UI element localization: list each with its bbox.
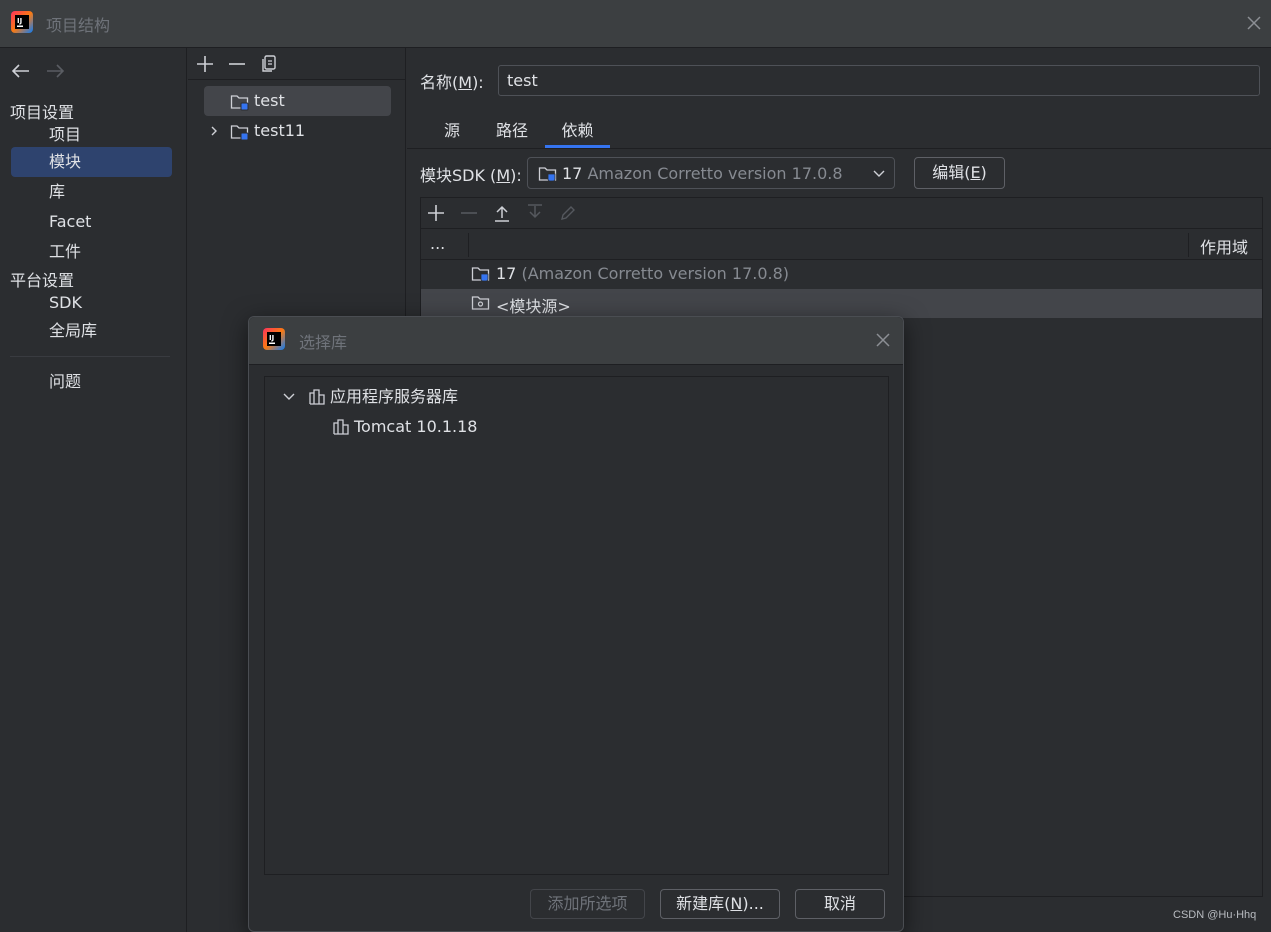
watermark-text: CSDN @Hu·Hhq <box>1173 909 1257 921</box>
copy-icon[interactable] <box>260 54 278 74</box>
sidebar-item-artifacts[interactable]: 工件 <box>11 237 172 267</box>
module-name-input[interactable] <box>498 65 1260 96</box>
window-title: 项目结构 <box>46 16 111 35</box>
edit-pencil-icon <box>558 203 578 223</box>
column-header-scope[interactable]: 作用域 <box>1200 234 1248 258</box>
dependency-name: <模块源> <box>496 297 571 316</box>
sidebar-item-facets[interactable]: Facet <box>11 207 172 237</box>
column-divider <box>468 233 469 257</box>
edit-sdk-button[interactable]: 编辑(E) <box>914 157 1005 189</box>
dependency-row-module-source[interactable]: <模块源> <box>421 289 1262 318</box>
sidebar-item-sdks[interactable]: SDK <box>11 288 172 318</box>
add-icon[interactable] <box>195 54 215 74</box>
chevron-right-icon[interactable] <box>208 125 220 137</box>
module-toolbar <box>188 48 406 80</box>
svg-text:IJ: IJ <box>17 17 22 25</box>
remove-icon[interactable] <box>227 54 247 74</box>
name-label: 名称(M): <box>420 73 484 92</box>
add-dependency-icon[interactable] <box>426 203 446 223</box>
sdk-description: Amazon Corretto version 17.0.8 <box>587 164 843 183</box>
dependencies-table-header: ... 作用域 <box>420 229 1263 260</box>
sdk-folder-icon <box>471 265 491 283</box>
move-up-icon[interactable] <box>492 203 512 223</box>
intellij-logo-icon: IJ <box>11 11 33 33</box>
sidebar-item-libraries[interactable]: 库 <box>11 177 172 207</box>
library-icon <box>308 388 326 406</box>
tree-group-label: 应用程序服务器库 <box>330 387 459 406</box>
dialog-title: 选择库 <box>299 333 348 352</box>
cancel-button[interactable]: 取消 <box>795 889 885 919</box>
sidebar-item-modules[interactable]: 模块 <box>11 147 172 177</box>
module-name: test <box>254 91 285 110</box>
chevron-down-icon <box>872 168 886 180</box>
module-folder-icon <box>230 93 250 111</box>
column-header-export[interactable]: ... <box>430 234 445 253</box>
sidebar-divider <box>10 356 170 357</box>
column-divider <box>1188 233 1189 257</box>
tree-item-label: Tomcat 10.1.18 <box>354 417 478 436</box>
sdk-version: 17 <box>562 164 583 183</box>
module-sdk-label: 模块SDK (M): <box>420 166 522 185</box>
sdk-folder-icon <box>538 165 558 183</box>
tab-paths[interactable]: 路径 <box>487 112 537 148</box>
dependency-row-sdk[interactable]: 17 (Amazon Corretto version 17.0.8) <box>421 260 1262 289</box>
add-selected-button[interactable]: 添加所选项 <box>530 889 645 919</box>
dependencies-toolbar <box>420 197 1263 229</box>
dialog-titlebar <box>249 317 903 365</box>
module-source-folder-icon <box>471 294 491 312</box>
dependency-detail: (Amazon Corretto version 17.0.8) <box>521 264 790 283</box>
sidebar-item-global-libraries[interactable]: 全局库 <box>11 316 172 346</box>
window-close-icon[interactable] <box>1245 14 1263 32</box>
window-titlebar <box>0 0 1271 48</box>
tab-dependencies[interactable]: 依赖 <box>545 112 610 148</box>
module-sdk-dropdown[interactable]: 17 Amazon Corretto version 17.0.8 <box>527 157 895 189</box>
new-library-button[interactable]: 新建库(N)... <box>660 889 780 919</box>
sidebar-item-project[interactable]: 项目 <box>11 120 172 150</box>
svg-text:IJ: IJ <box>269 334 274 342</box>
sidebar-item-problems[interactable]: 问题 <box>11 367 172 397</box>
module-item-test11[interactable]: test11 <box>204 116 391 146</box>
tab-sources[interactable]: 源 <box>433 112 471 148</box>
remove-dependency-icon <box>459 203 479 223</box>
move-down-icon <box>525 203 545 223</box>
module-name: test11 <box>254 121 306 140</box>
module-item-test[interactable]: test <box>204 86 391 116</box>
tabs-underline <box>407 148 1271 149</box>
module-folder-icon <box>230 123 250 141</box>
library-icon <box>332 418 350 436</box>
library-tree <box>264 376 889 875</box>
dependency-name: 17 <box>496 264 517 283</box>
intellij-logo-icon: IJ <box>263 328 285 350</box>
forward-arrow-icon <box>45 62 65 80</box>
chevron-down-icon[interactable] <box>282 391 296 403</box>
dialog-close-icon[interactable] <box>875 332 891 348</box>
back-arrow-icon[interactable] <box>11 62 31 80</box>
